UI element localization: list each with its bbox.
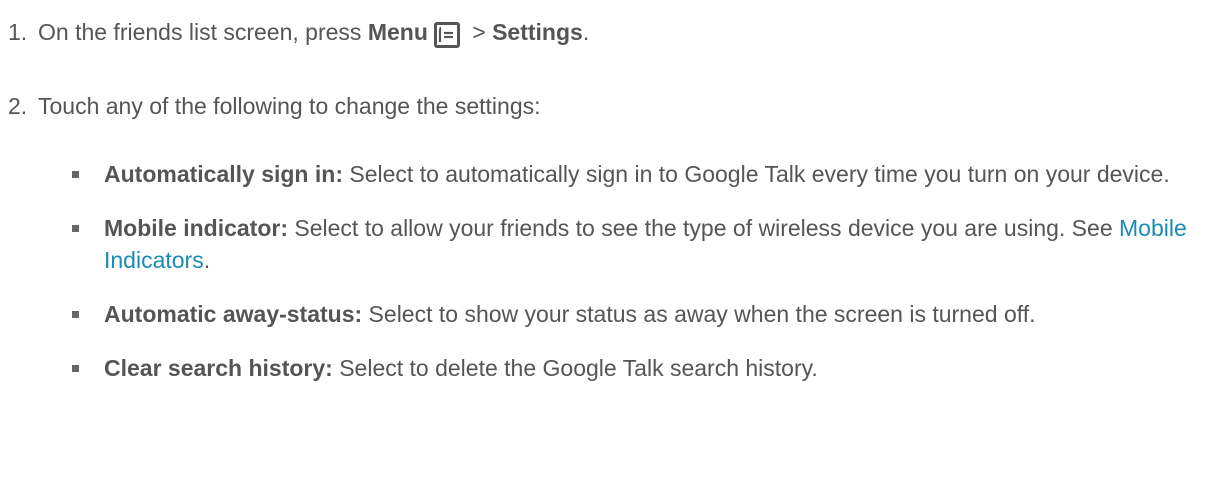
bullet-square-icon <box>72 365 79 372</box>
bullet-square-icon <box>72 311 79 318</box>
list-item: Automatically sign in: Select to automat… <box>70 158 1200 190</box>
step-text: Touch any of the following to change the… <box>38 93 541 119</box>
menu-label: Menu <box>367 19 428 45</box>
list-item: Clear search history: Select to delete t… <box>70 352 1200 384</box>
item-label: Mobile indicator: <box>104 215 288 241</box>
step-number: 2. <box>8 93 28 119</box>
item-text-end: . <box>203 247 211 273</box>
item-text: Select to delete the Google Talk search … <box>332 355 818 381</box>
item-text: Select to allow your friends to see the … <box>288 215 1119 241</box>
bullet-square-icon <box>72 225 79 232</box>
separator: > <box>465 19 493 45</box>
bullet-square-icon <box>72 171 79 178</box>
menu-icon <box>433 22 460 48</box>
step-number: 1. <box>8 19 28 45</box>
step-text: On the friends list screen, press <box>38 19 368 45</box>
list-item: Mobile indicator: Select to allow your f… <box>70 212 1200 276</box>
list-item: Automatic away-status: Select to show yo… <box>70 298 1200 330</box>
settings-list: Automatically sign in: Select to automat… <box>70 158 1200 406</box>
settings-label: Settings <box>492 19 583 45</box>
step-text-end: . <box>582 19 590 45</box>
item-label: Clear search history: <box>104 355 333 381</box>
item-label: Automatically sign in: <box>104 161 343 187</box>
item-label: Automatic away-status: <box>104 301 363 327</box>
step-2: 2. Touch any of the following to change t… <box>8 90 541 122</box>
step-1: 1. On the friends list screen, press Menu… <box>8 16 589 48</box>
item-text: Select to automatically sign in to Googl… <box>342 161 1170 187</box>
item-text: Select to show your status as away when … <box>362 301 1036 327</box>
